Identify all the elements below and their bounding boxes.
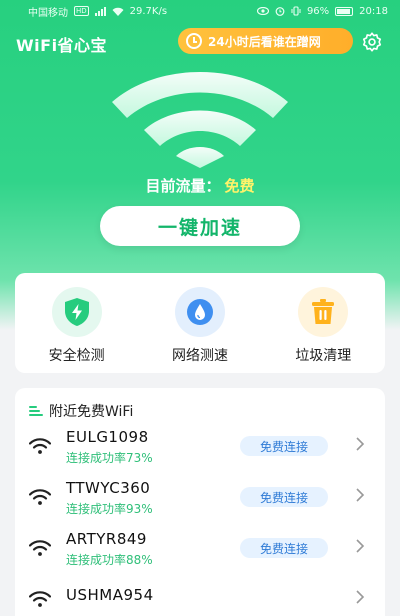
chevron-right-icon — [356, 539, 365, 553]
tool-label: 垃圾清理 — [295, 348, 352, 364]
settings-gear-icon[interactable] — [361, 31, 383, 53]
tool-security-check[interactable]: 安全检测 — [22, 287, 132, 365]
wifi-list-item[interactable]: EULG1098 连接成功率73% 免费连接 — [15, 428, 385, 478]
wifi-success-rate: 连接成功率88% — [66, 553, 153, 567]
section-header: 附近免费WiFi — [29, 401, 133, 421]
vibrate-icon — [291, 6, 301, 16]
section-title: 附近免费WiFi — [49, 404, 134, 420]
free-connect-button[interactable]: 免费连接 — [240, 487, 328, 507]
tool-junk-clean[interactable]: 垃圾清理 — [268, 287, 378, 365]
chevron-right-icon — [356, 590, 365, 604]
tool-label: 安全检测 — [48, 348, 105, 364]
network-type-badge: HD — [74, 6, 89, 16]
wifi-success-rate: 连接成功率73% — [66, 451, 153, 465]
app-title: WiFi省心宝 — [16, 36, 108, 55]
tool-clean-circle — [298, 287, 349, 337]
clock-time: 20:18 — [359, 5, 388, 17]
tool-label: 网络测速 — [171, 348, 228, 364]
wifi-signal-icon — [29, 540, 51, 556]
wifi-ssid: EULG1098 — [66, 428, 149, 446]
shield-bolt-icon — [64, 298, 89, 326]
chevron-right-icon — [356, 488, 365, 502]
wifi-success-rate: 连接成功率93% — [66, 502, 153, 516]
alarm-icon — [275, 7, 285, 16]
promo-button[interactable]: 24小时后看谁在蹭网 — [178, 28, 353, 54]
cell-signal-icon — [94, 6, 106, 16]
wifi-status-icon — [112, 7, 124, 16]
promo-label: 24小时后看谁在蹭网 — [208, 34, 321, 49]
battery-percent: 96% — [306, 5, 330, 17]
wifi-list-item[interactable]: USHMA954 — [15, 581, 385, 616]
wifi-ssid: USHMA954 — [66, 586, 154, 604]
chevron-right-icon — [356, 437, 365, 451]
tools-card: 安全检测 网络测速 垃圾清理 — [15, 273, 385, 373]
traffic-value: 免费 — [224, 177, 255, 195]
nearby-wifi-card: 附近免费WiFi EULG1098 连接成功率73% 免费连接 TTWYC360… — [15, 388, 385, 616]
wifi-signal-icon — [29, 591, 51, 607]
wifi-hero-icon — [112, 72, 288, 168]
traffic-label: 目前流量： — [145, 177, 221, 195]
speed-drop-icon — [186, 299, 213, 325]
wifi-list-item[interactable]: TTWYC360 连接成功率93% 免费连接 — [15, 479, 385, 529]
tool-speed-circle — [174, 287, 225, 337]
battery-icon — [335, 6, 354, 16]
free-connect-button[interactable]: 免费连接 — [240, 538, 328, 558]
status-bar: 中国移动 HD 29.7K/s 96% 20:18 — [0, 0, 400, 22]
traffic-status: 目前流量： 免费 — [0, 175, 400, 196]
clock-icon — [186, 33, 202, 49]
one-key-boost-button[interactable]: 一键加速 — [100, 206, 300, 246]
tool-security-circle — [51, 287, 102, 337]
wifi-signal-icon — [29, 489, 51, 505]
eye-icon — [256, 7, 269, 15]
wifi-ssid: ARTYR849 — [66, 530, 147, 548]
trash-icon — [312, 299, 335, 324]
wifi-ssid: TTWYC360 — [66, 479, 151, 497]
wifi-list-item[interactable]: ARTYR849 连接成功率88% 免费连接 — [15, 530, 385, 580]
network-speed-label: 29.7K/s — [129, 5, 168, 17]
free-connect-button[interactable]: 免费连接 — [240, 436, 328, 456]
list-bars-icon — [29, 406, 43, 416]
tool-speed-test[interactable]: 网络测速 — [145, 287, 255, 365]
carrier-label: 中国移动 — [28, 7, 68, 19]
wifi-signal-icon — [29, 438, 51, 454]
